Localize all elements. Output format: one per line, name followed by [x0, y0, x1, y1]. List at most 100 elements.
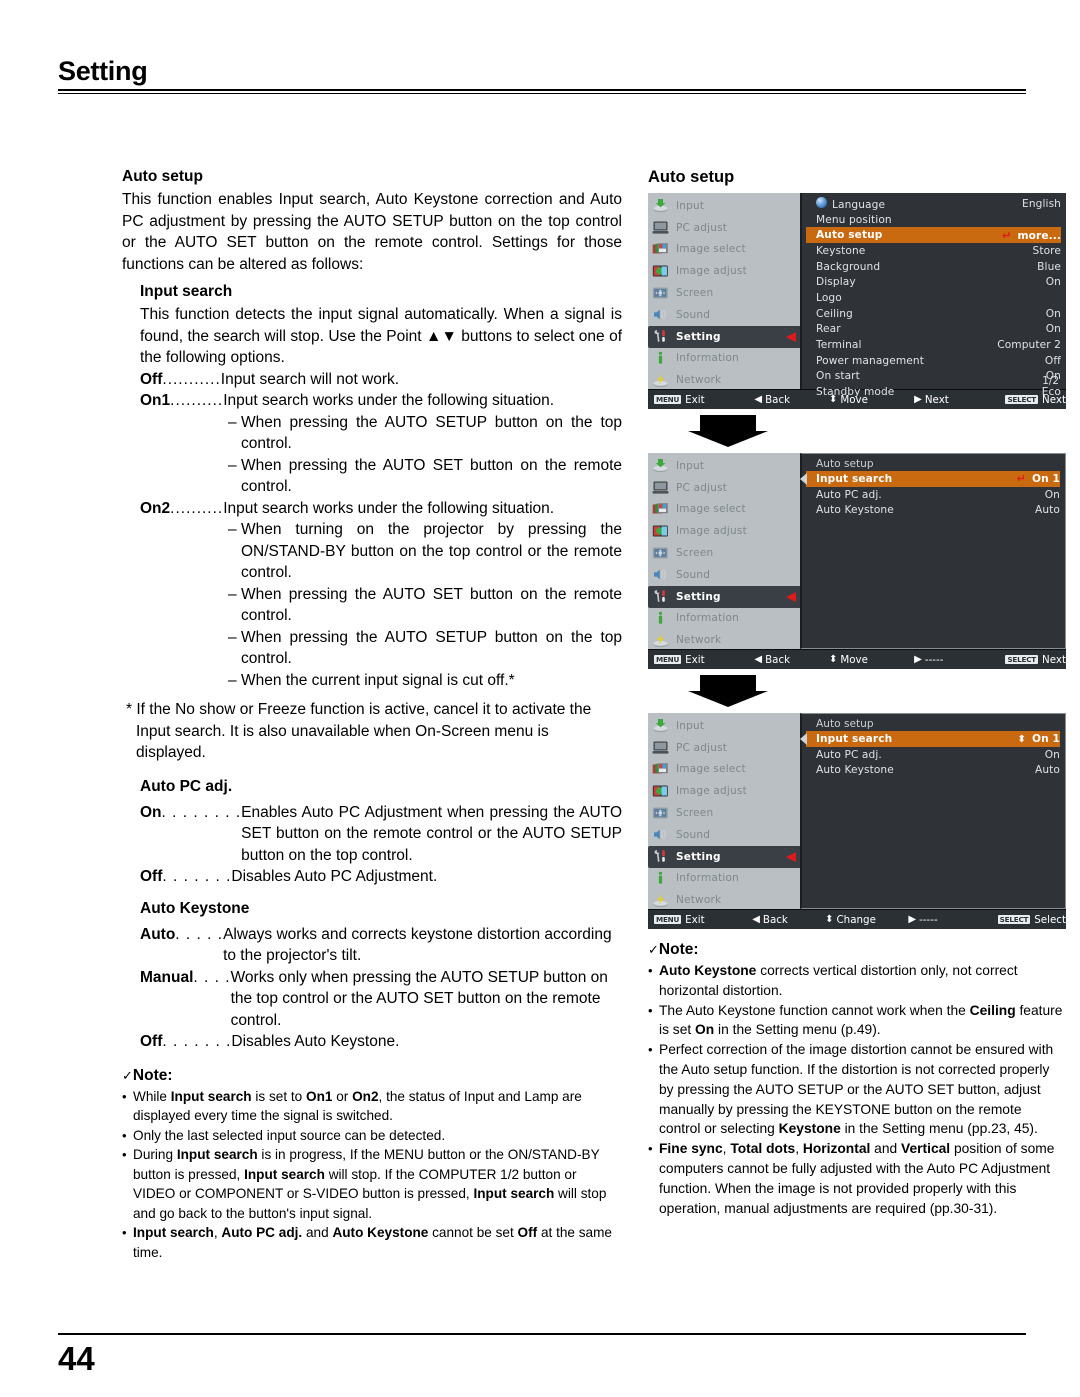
osd-menu-row[interactable]: Auto Keystone Auto [806, 502, 1060, 518]
option-sub-text: When pressing the AUTO SETUP button on t… [241, 628, 622, 668]
osd-sidebar-item-label: Input [676, 719, 705, 732]
osd-sidebar-item-label: Sound [676, 308, 711, 321]
osd3-menu-panel[interactable]: Auto setup Input search ⬍ On 1 Auto PC adj. O… [800, 713, 1066, 909]
osd-sidebar-item-network[interactable]: Network [648, 629, 800, 651]
osd-sidebar-item-input[interactable]: Input [648, 195, 800, 217]
osd-sidebar-item-image-select[interactable]: Image select [648, 499, 800, 521]
osd-sidebar-item-setting[interactable]: Setting ◀ [648, 585, 802, 608]
note-item: • The Auto Keystone function cannot work … [648, 1001, 1066, 1041]
chevron-left-icon: ◀ [786, 849, 796, 865]
note-item: • During Input search is in progress, If … [122, 1145, 622, 1223]
osd-menu-row[interactable]: Terminal Computer 2 [806, 337, 1061, 353]
osd-sidebar-item-network[interactable]: Network [648, 889, 800, 911]
key-cap-menu: MENU [654, 914, 682, 925]
osd-menu-row[interactable]: Auto PC adj. On [806, 487, 1060, 503]
note-text: During Input search is in progress, If t… [133, 1147, 607, 1221]
osd-sidebar-item-image-adjust[interactable]: Image adjust [648, 520, 800, 542]
osd-menu-row[interactable]: Display On [806, 274, 1061, 290]
osd-sidebar-item-image-select[interactable]: Image select [648, 239, 800, 261]
osd-sidebar-item-label: Image select [676, 763, 746, 776]
osd-menu-row[interactable]: Background Blue [806, 259, 1061, 275]
osd-sidebar-item-screen[interactable]: Screen [648, 282, 800, 304]
osd-menu-row-label: Input search [816, 732, 893, 745]
osd-sidebar-item-setting[interactable]: Setting ◀ [648, 845, 802, 868]
osd-menu-row[interactable]: Auto PC adj. On [806, 747, 1060, 763]
osd-sidebar-item-input[interactable]: Input [648, 715, 800, 737]
osd-sidebar-item-image-adjust[interactable]: Image adjust [648, 780, 800, 802]
osd-sidebar-item-label: Screen [676, 807, 714, 820]
check-icon: ✓ [122, 1067, 133, 1083]
osd3-hint-bar: MENU Exit ◀ Back ⬍ Change ▶ ----- SELECT Select [648, 909, 1066, 929]
osd-sidebar-item-setting[interactable]: Setting ◀ [648, 325, 802, 348]
osd-menu-row-value: Store [1032, 244, 1061, 257]
osd-menu-row-value: On [1045, 307, 1061, 320]
direction-glyph-icon: ⬍ [828, 654, 838, 665]
osd-hint-segment: ▶ ----- [914, 654, 1005, 666]
selection-pointer-icon [800, 733, 807, 745]
osd-sidebar-item-input[interactable]: Input [648, 455, 800, 477]
option-row: Off........... Input search will not work… [140, 369, 622, 391]
osd-menu-row[interactable]: On start On [806, 369, 1061, 385]
direction-glyph-icon: ▶ [908, 914, 917, 925]
osd-sidebar-item-screen[interactable]: Screen [648, 542, 800, 564]
note-text: Perfect correction of the image distorti… [659, 1042, 1054, 1137]
osd-menu-row[interactable]: Language English [806, 196, 1061, 212]
osd2-menu-panel[interactable]: Auto setup Input search ↵ On 1 Auto PC adj. O… [800, 453, 1066, 649]
option-dots: .......... [170, 499, 224, 517]
osd-menu-row[interactable]: Input search ⬍ On 1 [806, 731, 1060, 747]
osd2-sidebar[interactable]: Input PC adjust Image select Image adjust Sc… [648, 453, 802, 651]
osd1-menu-panel[interactable]: 1/2 Language English Menu position Auto set… [800, 193, 1066, 398]
osd-hint-segment: ◀ Back [754, 654, 829, 666]
osd-menu-row-label: Auto PC adj. [816, 488, 882, 501]
osd3-sidebar[interactable]: Input PC adjust Image select Image adjust Sc… [648, 713, 802, 911]
osd-sidebar-item-pc-adjust[interactable]: PC adjust [648, 477, 800, 499]
note-item: • Fine sync, Total dots, Horizontal and V… [648, 1139, 1066, 1218]
header-rule [58, 89, 1026, 94]
osd-sidebar-item-network[interactable]: Network [648, 369, 800, 391]
osd-sidebar-item-screen[interactable]: Screen [648, 802, 800, 824]
osd-hint-segment: ⬍ Change [825, 914, 908, 926]
osd-sidebar-item-information[interactable]: Information [648, 348, 800, 370]
osd-menu-row[interactable]: Power management Off [806, 353, 1061, 369]
osd-menu-row[interactable]: Auto Keystone Auto [806, 762, 1060, 778]
osd-menu-row-label: Auto PC adj. [816, 748, 882, 761]
check-icon: ✓ [648, 942, 659, 957]
enter-arrow-icon: ↵ [1002, 228, 1012, 242]
osd-menu-row[interactable]: Keystone Store [806, 243, 1061, 259]
note-item: • Auto Keystone corrects vertical distort… [648, 961, 1066, 1001]
osd-sidebar-item-label: Image adjust [676, 265, 747, 278]
osd-menu-row-value: On [1045, 276, 1061, 289]
osd-menu-row[interactable]: Ceiling On [806, 306, 1061, 322]
direction-glyph-icon: ◀ [752, 914, 760, 925]
osd-menu-row-label: Standby mode [816, 386, 895, 399]
option-term: Manual [140, 968, 194, 986]
osd-menu-row[interactable]: Standby mode Eco [806, 384, 1061, 400]
option-dots: ........... [162, 370, 221, 388]
osd-sidebar-item-information[interactable]: Information [648, 868, 800, 890]
osd-sidebar-item-sound[interactable]: Sound [648, 824, 800, 846]
globe-icon [816, 196, 827, 208]
osd-sidebar-item-information[interactable]: Information [648, 608, 800, 630]
option-sub-item: – When turning on the projector by pressi… [228, 519, 622, 584]
key-cap-select: SELECT [1005, 654, 1038, 665]
image-select-icon [652, 242, 669, 257]
dash-icon: – [228, 413, 237, 431]
osd-menu-row-label: Display [816, 276, 856, 289]
osd-menu-row[interactable]: Auto setup ↵ more... [806, 227, 1061, 244]
osd-sidebar-item-image-adjust[interactable]: Image adjust [648, 260, 800, 282]
osd-sidebar-item-image-select[interactable]: Image select [648, 759, 800, 781]
bullet-icon: • [122, 1127, 127, 1143]
osd-sidebar-item-pc-adjust[interactable]: PC adjust [648, 737, 800, 759]
osd-menu-row[interactable]: Menu position [806, 212, 1061, 228]
osd1-sidebar[interactable]: Input PC adjust Image select Image adjust Sc… [648, 193, 802, 391]
osd-sidebar-item-sound[interactable]: Sound [648, 564, 800, 586]
osd-menu-row[interactable]: Input search ↵ On 1 [806, 471, 1060, 487]
option-term: Off [140, 868, 163, 885]
osd-sidebar-item-label: Information [676, 612, 739, 625]
osd-sidebar-item-pc-adjust[interactable]: PC adjust [648, 217, 800, 239]
option-description: Always works and corrects keystone disto… [223, 925, 612, 965]
osd-sidebar-item-label: Image adjust [676, 525, 747, 538]
osd-menu-row[interactable]: Logo [806, 290, 1061, 306]
osd-menu-row[interactable]: Rear On [806, 322, 1061, 338]
osd-sidebar-item-sound[interactable]: Sound [648, 304, 800, 326]
